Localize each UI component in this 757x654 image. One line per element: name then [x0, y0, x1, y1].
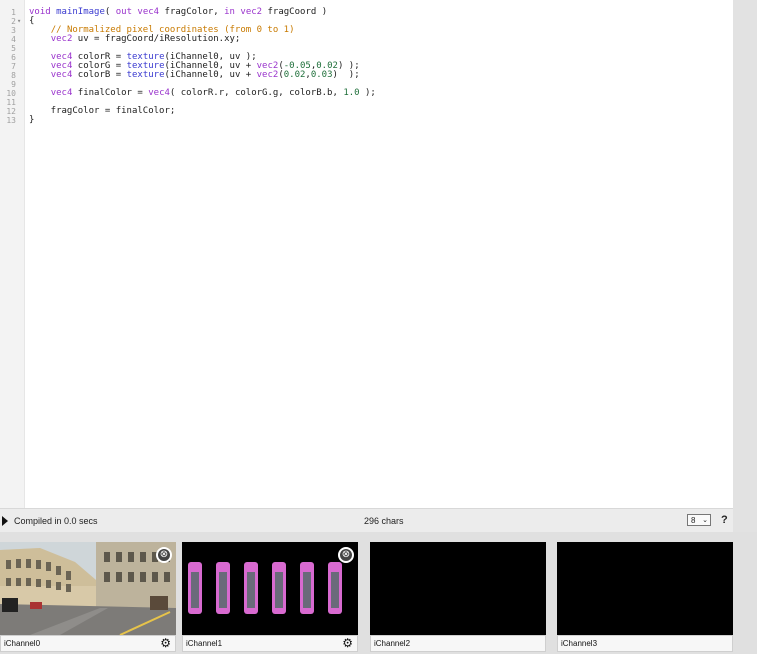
- line-number-gutter: 1 2 ▾ 3 4 5 6 7 8 9 10 11 12 13: [0, 0, 25, 508]
- channel-0-name: iChannel0: [4, 639, 41, 648]
- channel-inputs: ⊗ iChannel0 ⚙ ⊗ iChannel1 ⚙ iChannel2 iC…: [0, 532, 757, 654]
- channel-3-name: iChannel3: [561, 639, 598, 648]
- channel-1-thumbnail[interactable]: [182, 542, 358, 635]
- line-number: 6: [11, 53, 16, 62]
- line-number: 8: [11, 71, 16, 80]
- channel-2[interactable]: iChannel2: [370, 542, 546, 652]
- remove-channel-1-icon[interactable]: ⊗: [338, 547, 354, 563]
- code-line: vec4 colorB = texture(iChannel0, uv + ve…: [50, 70, 360, 80]
- font-size-value: 8: [691, 516, 696, 525]
- line-number: 3: [11, 26, 16, 35]
- channel-2-name: iChannel2: [374, 639, 411, 648]
- line-number: 7: [11, 62, 16, 71]
- channel-1-name: iChannel1: [186, 639, 223, 648]
- code-line: vec2 uv = fragCoord/iResolution.xy;: [50, 34, 241, 44]
- line-number: 4: [11, 35, 16, 44]
- code-line: vec4 finalColor = vec4( colorR.r, colorG…: [50, 88, 376, 98]
- gear-icon[interactable]: ⚙: [160, 635, 171, 652]
- sprite-strip-image: [182, 542, 358, 635]
- channel-3[interactable]: iChannel3: [557, 542, 733, 652]
- line-number: 1: [11, 8, 16, 17]
- channel-1[interactable]: ⊗ iChannel1 ⚙: [182, 542, 358, 652]
- fold-toggle-icon[interactable]: ▾: [17, 17, 21, 26]
- line-number: 2: [11, 17, 16, 26]
- compile-status: Compiled in 0.0 secs: [14, 516, 98, 526]
- line-number: 10: [6, 89, 16, 98]
- line-number: 5: [11, 44, 16, 53]
- channel-3-label: iChannel3: [557, 635, 733, 652]
- play-icon[interactable]: [2, 516, 8, 526]
- status-bar: Compiled in 0.0 secs 296 chars 8 ⌄ ?: [0, 508, 733, 533]
- channel-3-thumbnail[interactable]: [557, 542, 733, 635]
- channel-1-label: iChannel1 ⚙: [182, 635, 358, 652]
- code-line: void mainImage( out vec4 fragColor, in v…: [29, 7, 328, 17]
- channel-0-label: iChannel0 ⚙: [0, 635, 176, 652]
- help-button[interactable]: ?: [721, 514, 728, 526]
- channel-2-label: iChannel2: [370, 635, 546, 652]
- channel-0-thumbnail[interactable]: [0, 542, 176, 635]
- line-number: 9: [11, 80, 16, 89]
- font-size-select[interactable]: 8 ⌄: [687, 514, 711, 526]
- code-line: fragColor = finalColor;: [29, 106, 176, 116]
- channel-2-thumbnail[interactable]: [370, 542, 546, 635]
- remove-channel-0-icon[interactable]: ⊗: [156, 547, 172, 563]
- gear-icon[interactable]: ⚙: [342, 635, 353, 652]
- page-scrollbar[interactable]: [733, 0, 757, 532]
- channel-0[interactable]: ⊗ iChannel0 ⚙: [0, 542, 176, 652]
- line-number: 13: [6, 116, 16, 125]
- chevron-down-icon: ⌄: [702, 517, 708, 524]
- street-photo-image: [0, 542, 176, 635]
- line-number: 12: [6, 107, 16, 116]
- char-count: 296 chars: [364, 516, 404, 526]
- code-line: }: [29, 115, 35, 125]
- line-number: 11: [6, 98, 16, 107]
- code-editor[interactable]: 1 2 ▾ 3 4 5 6 7 8 9 10 11 12 13 void mai…: [0, 0, 733, 508]
